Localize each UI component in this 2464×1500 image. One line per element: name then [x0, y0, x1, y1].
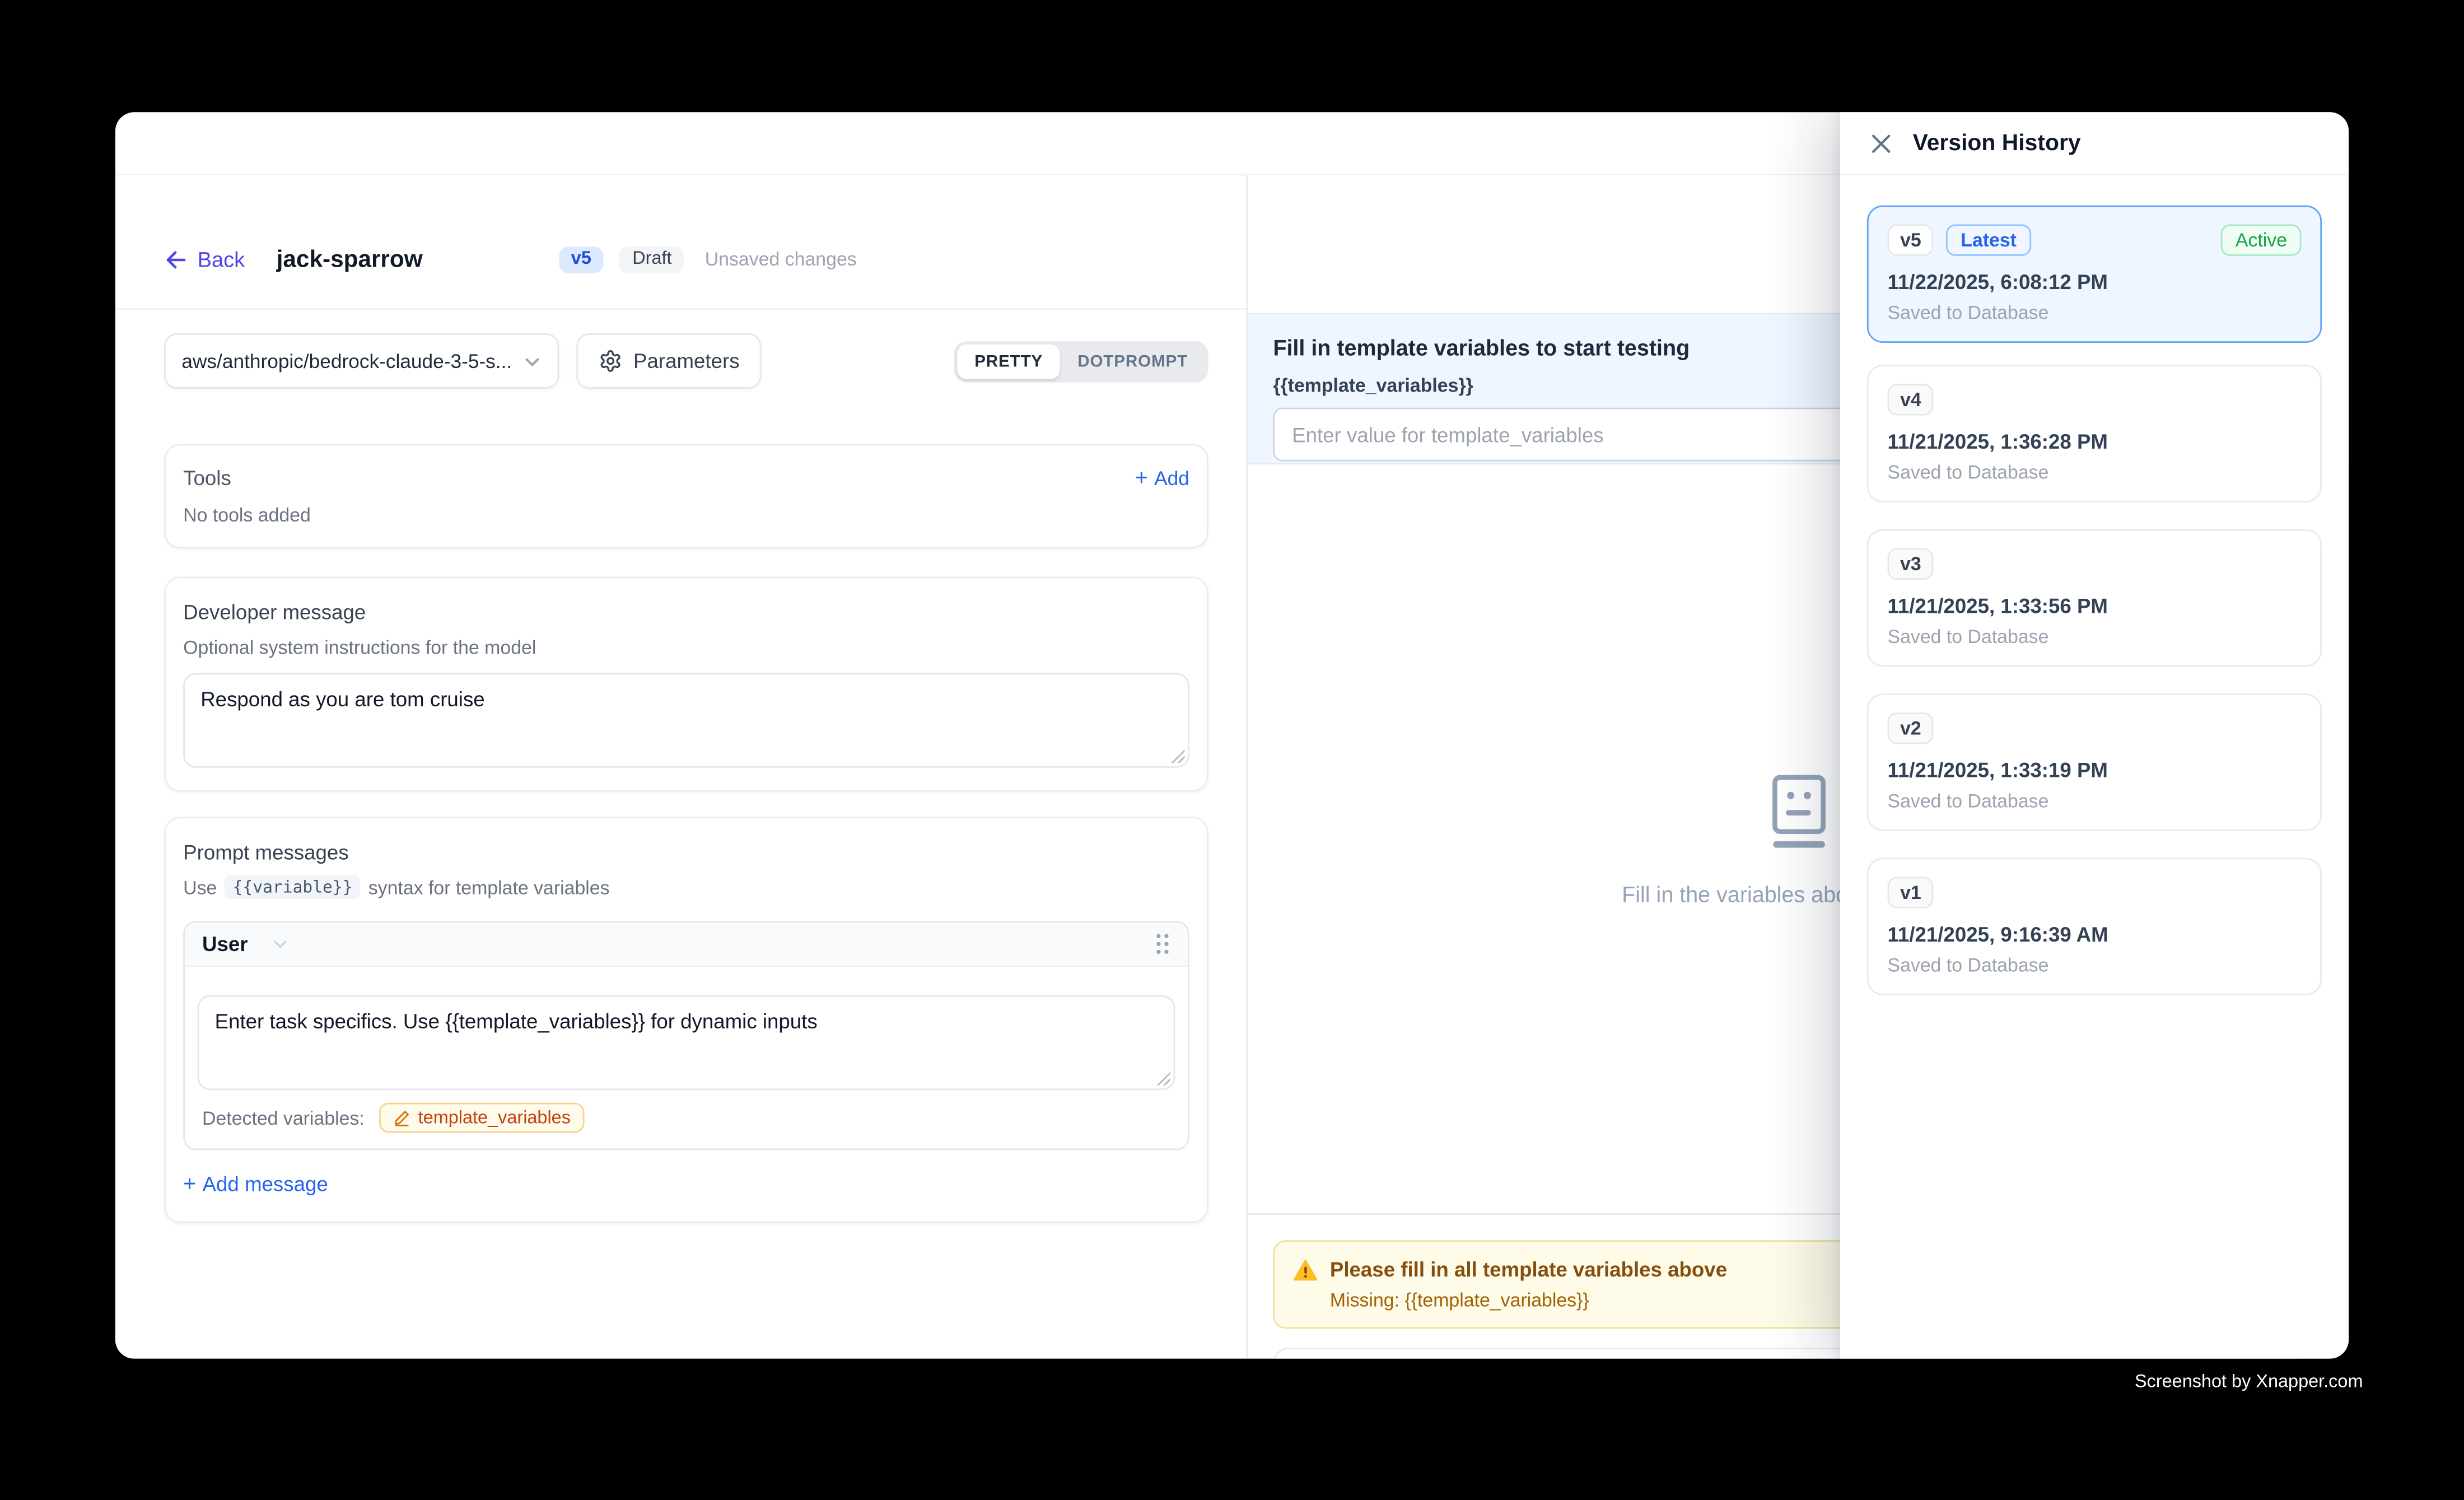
version-note: Saved to Database [1888, 790, 2302, 812]
format-toggle: PRETTY DOTPROMPT [954, 341, 1208, 381]
developer-message-subtitle: Optional system instructions for the mod… [183, 637, 1189, 659]
xnapper-watermark: Screenshot by Xnapper.com [2135, 1373, 2363, 1392]
message-body: Enter task specifics. Use {{template_var… [185, 967, 1188, 1148]
parameters-button[interactable]: Parameters [576, 333, 762, 389]
add-tool-button[interactable]: Add [1135, 466, 1189, 490]
detected-variables-row: Detected variables: template_variables [198, 1090, 1175, 1148]
version-card-v2[interactable]: v2 11/21/2025, 1:33:19 PM Saved to Datab… [1867, 693, 2322, 831]
chevron-down-icon [523, 352, 542, 371]
message-header: User [185, 923, 1188, 967]
page-title: jack-sparrow [277, 246, 423, 273]
screenshot-stage: Back jack-sparrow v5 Draft Unsaved chang… [0, 0, 2464, 1500]
version-card-v4[interactable]: v4 11/21/2025, 1:36:28 PM Saved to Datab… [1867, 365, 2322, 502]
version-timestamp: 11/22/2025, 6:08:12 PM [1888, 270, 2302, 294]
syntax-hint: Use {{variable}} syntax for template var… [183, 875, 1189, 899]
message-textarea-wrap: Enter task specifics. Use {{template_var… [198, 995, 1175, 1090]
version-chip: v1 [1888, 877, 1934, 908]
version-history-title: Version History [1913, 131, 2081, 156]
plus-icon [183, 1172, 196, 1196]
developer-message-textarea-wrap: Respond as you are tom cruise [183, 673, 1189, 768]
tools-title: Tools [183, 466, 231, 490]
version-chip: v5 [1888, 225, 1934, 256]
close-icon[interactable] [1870, 132, 1892, 154]
editor-content: aws/anthropic/bedrock-claude-3-5-s... [115, 310, 1246, 1223]
developer-message-title: Developer message [183, 600, 1189, 624]
version-history-panel: Version History v5 Latest Active 11/22/2… [1840, 112, 2349, 1358]
draft-badge: Draft [620, 246, 684, 273]
version-list: v5 Latest Active 11/22/2025, 6:08:12 PM … [1840, 175, 2349, 995]
active-badge: Active [2222, 225, 2302, 256]
chevron-down-icon [272, 935, 289, 953]
version-badge: v5 [558, 246, 604, 273]
warning-title: Please fill in all template variables ab… [1330, 1257, 1727, 1281]
message-block: User [183, 921, 1189, 1150]
back-label: Back [198, 247, 245, 271]
version-chip: v4 [1888, 384, 1934, 415]
version-card-v5[interactable]: v5 Latest Active 11/22/2025, 6:08:12 PM … [1867, 206, 2322, 343]
variable-chip-label: template_variables [418, 1108, 571, 1128]
tools-card: Tools Add No tools added [164, 444, 1208, 548]
message-textarea[interactable]: Enter task specifics. Use {{template_var… [198, 995, 1175, 1090]
pencil-icon [393, 1109, 410, 1126]
drag-handle-icon[interactable] [1155, 932, 1170, 956]
warning-triangle-icon [1294, 1259, 1317, 1280]
version-timestamp: 11/21/2025, 9:16:39 AM [1888, 923, 2302, 946]
back-button[interactable]: Back [164, 247, 245, 271]
syntax-code-chip: {{variable}} [225, 875, 360, 899]
prompt-messages-title: Prompt messages [183, 841, 1189, 864]
model-toolbar: aws/anthropic/bedrock-claude-3-5-s... [164, 333, 1208, 389]
toggle-dotprompt[interactable]: DOTPROMPT [1060, 343, 1205, 378]
model-selector-value: aws/anthropic/bedrock-claude-3-5-s... [181, 350, 522, 372]
model-selector[interactable]: aws/anthropic/bedrock-claude-3-5-s... [164, 333, 559, 389]
add-tool-label: Add [1154, 467, 1189, 488]
arrow-left-icon [164, 247, 188, 271]
version-card-v1[interactable]: v1 11/21/2025, 9:16:39 AM Saved to Datab… [1867, 858, 2322, 995]
prompt-messages-card: Prompt messages Use {{variable}} syntax … [164, 817, 1208, 1223]
toggle-pretty[interactable]: PRETTY [957, 343, 1060, 378]
add-message-button[interactable]: Add message [183, 1172, 328, 1196]
plus-icon [1135, 466, 1148, 490]
tools-empty-text: No tools added [183, 504, 1189, 526]
syntax-suffix: syntax for template variables [368, 876, 610, 898]
version-timestamp: 11/21/2025, 1:36:28 PM [1888, 430, 2302, 453]
gear-icon [599, 349, 622, 372]
detected-variables-label: Detected variables: [202, 1107, 365, 1129]
role-value: User [202, 932, 248, 956]
version-history-header: Version History [1840, 112, 2349, 175]
variable-chip[interactable]: template_variables [379, 1103, 585, 1133]
editor-header: Back jack-sparrow v5 Draft Unsaved chang… [115, 175, 1246, 310]
version-note: Saved to Database [1888, 626, 2302, 647]
latest-badge: Latest [1947, 225, 2031, 256]
unsaved-changes-text: Unsaved changes [705, 248, 857, 270]
parameters-label: Parameters [633, 349, 740, 372]
prompt-editor-panel: Back jack-sparrow v5 Draft Unsaved chang… [115, 175, 1246, 1359]
developer-message-card: Developer message Optional system instru… [164, 576, 1208, 791]
bot-face-icon [1765, 772, 1831, 851]
version-timestamp: 11/21/2025, 1:33:56 PM [1888, 594, 2302, 618]
version-chip: v3 [1888, 548, 1934, 580]
add-message-label: Add message [203, 1172, 328, 1196]
version-note: Saved to Database [1888, 954, 2302, 976]
version-chip: v2 [1888, 712, 1934, 744]
role-selector[interactable]: User [202, 932, 289, 956]
version-note: Saved to Database [1888, 462, 2302, 483]
version-card-v3[interactable]: v3 11/21/2025, 1:33:56 PM Saved to Datab… [1867, 529, 2322, 667]
syntax-prefix: Use [183, 876, 217, 898]
developer-message-textarea[interactable]: Respond as you are tom cruise [183, 673, 1189, 768]
version-timestamp: 11/21/2025, 1:33:19 PM [1888, 758, 2302, 782]
version-note: Saved to Database [1888, 302, 2302, 324]
